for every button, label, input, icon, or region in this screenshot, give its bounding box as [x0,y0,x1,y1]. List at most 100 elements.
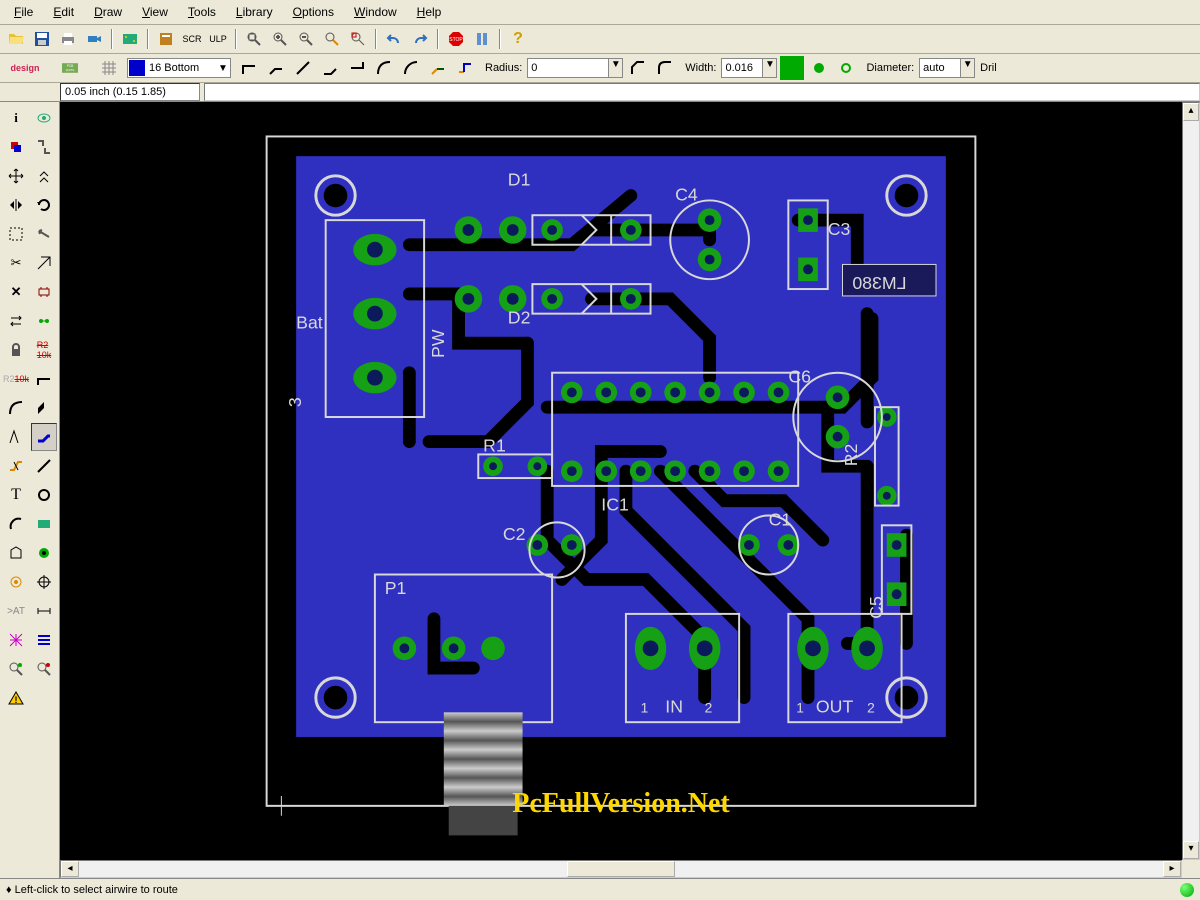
radius-input[interactable]: ▼ [527,58,623,78]
bend-round-icon[interactable] [318,56,342,80]
menu-window[interactable]: Window [344,2,407,22]
menu-help[interactable]: Help [407,2,452,22]
menu-tools[interactable]: Tools [178,2,226,22]
pinswap-icon[interactable] [2,307,30,335]
scroll-right-icon[interactable]: ▸ [1163,861,1181,877]
open-icon[interactable] [4,27,28,51]
optimize-icon[interactable] [31,394,57,422]
polygon-icon[interactable] [2,539,30,567]
chevron-down-icon[interactable]: ▼ [608,59,622,77]
zoom-out-icon[interactable] [294,27,318,51]
redo-icon[interactable] [408,27,432,51]
pcbquote-badge[interactable]: PCBQUOTE [49,56,91,80]
zoom-select-icon[interactable] [346,27,370,51]
rotate-icon[interactable] [31,191,57,219]
chevron-down-icon[interactable]: ▼ [762,59,776,77]
help-icon[interactable]: ? [506,27,530,51]
scroll-left-icon[interactable]: ◂ [61,861,79,877]
menu-edit[interactable]: Edit [43,2,84,22]
layers-icon[interactable] [2,133,30,161]
menu-view[interactable]: View [132,2,178,22]
add-icon[interactable] [31,278,57,306]
horizontal-scrollbar[interactable]: ◂ ▸ [60,860,1182,878]
layer-dropdown-icon[interactable]: ▼ [216,63,230,74]
value-icon[interactable]: R210k [2,365,30,393]
split-icon[interactable] [31,365,57,393]
script-icon[interactable]: SCR [180,27,204,51]
rect-icon[interactable] [31,510,57,538]
info-icon[interactable]: i [2,104,30,132]
undo-icon[interactable] [382,27,406,51]
zoom-redraw-icon[interactable] [320,27,344,51]
arc-icon[interactable] [2,510,30,538]
go-icon[interactable] [470,27,494,51]
wire-arc-icon[interactable] [399,56,423,80]
miter-tool-icon[interactable] [2,394,30,422]
menu-options[interactable]: Options [283,2,344,22]
delete-icon[interactable]: ✕ [2,278,30,306]
cut-icon[interactable]: ✂ [2,249,30,277]
grid-icon[interactable] [97,56,121,80]
show-icon[interactable] [31,104,57,132]
ripup-icon[interactable] [2,452,30,480]
sheet-icon[interactable] [154,27,178,51]
board-icon[interactable] [118,27,142,51]
circle-icon[interactable] [31,481,57,509]
bend-any-icon[interactable] [291,56,315,80]
menu-file[interactable]: FFileile [4,2,43,22]
wire-free-icon[interactable] [426,56,450,80]
save-icon[interactable] [30,27,54,51]
lock-icon[interactable] [2,336,30,364]
miter-straight-icon[interactable] [626,56,650,80]
wire-l-icon[interactable] [345,56,369,80]
change-icon[interactable] [31,220,57,248]
layer-select[interactable]: ▼ [127,58,231,78]
designlink-badge[interactable]: design [4,56,46,80]
dimension-icon[interactable] [31,597,57,625]
cam-icon[interactable] [82,27,106,51]
vertical-scrollbar[interactable]: ▴ ▾ [1182,102,1200,860]
signal-icon[interactable] [2,568,30,596]
menu-library[interactable]: Library [226,2,283,22]
attribute-icon[interactable]: >AT [2,597,30,625]
wire-icon[interactable] [31,452,57,480]
name-icon[interactable]: R210k [31,336,57,364]
mirror-icon[interactable] [2,191,30,219]
layer-name[interactable] [146,61,216,75]
auto-icon[interactable] [31,626,57,654]
width-input[interactable]: ▼ [721,58,777,78]
pcb-canvas[interactable]: Bat PW D1 D2 C4 C3 LM380 R1 IC1 C2 C1 C6… [60,102,1182,860]
bend-90-icon[interactable] [237,56,261,80]
wire-j-icon[interactable] [372,56,396,80]
errors-icon[interactable]: ! [2,684,30,712]
zoom-fit-icon[interactable] [242,27,266,51]
scroll-down-icon[interactable]: ▾ [1183,841,1199,859]
diameter-input[interactable]: ▼ [919,58,975,78]
ratsnest-icon[interactable] [2,626,30,654]
copy-icon[interactable] [31,162,57,190]
scroll-thumb[interactable] [567,861,675,877]
bend-45-icon[interactable] [264,56,288,80]
via-green-icon[interactable] [807,56,831,80]
text-icon[interactable]: T [2,481,30,509]
coordinate-input[interactable] [60,83,200,101]
display-icon[interactable] [31,133,57,161]
replace-icon[interactable] [31,307,57,335]
route-icon[interactable] [31,423,57,451]
chevron-down-icon[interactable]: ▼ [960,59,974,77]
wire-step-icon[interactable] [453,56,477,80]
move-icon[interactable] [2,162,30,190]
via-outline-icon[interactable] [834,56,858,80]
ulp-icon[interactable]: ULP [206,27,230,51]
miter-round-icon[interactable] [653,56,677,80]
zoom-in-icon[interactable] [268,27,292,51]
erc-icon[interactable] [2,655,30,683]
group-icon[interactable] [2,220,30,248]
hole-icon[interactable] [31,568,57,596]
paste-icon[interactable] [31,249,57,277]
scroll-up-icon[interactable]: ▴ [1183,103,1199,121]
drc-icon[interactable] [31,655,57,683]
menu-draw[interactable]: Draw [84,2,132,22]
via-icon[interactable] [31,539,57,567]
print-icon[interactable] [56,27,80,51]
